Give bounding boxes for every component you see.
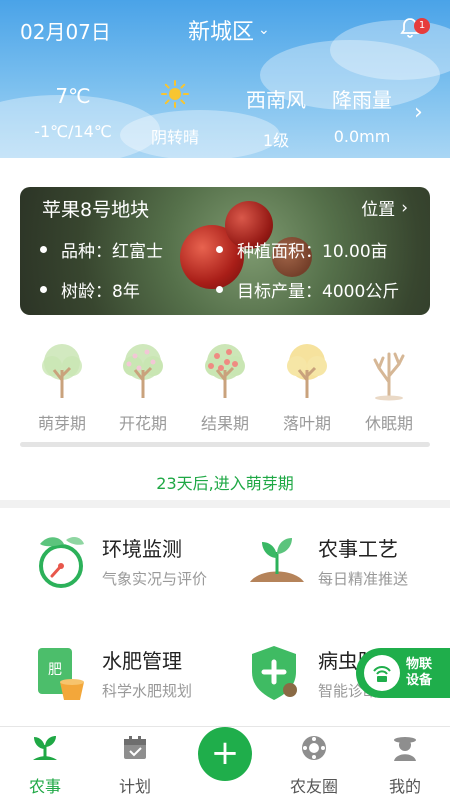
- iot-label-line2: 设备: [406, 673, 433, 688]
- leaf-fall-tree-icon: [287, 344, 327, 398]
- weather-header: 02月07日 新城区 ⌄ 1 7℃ -1℃/14℃ 阴转晴 西南风 1级 降雨量…: [0, 0, 450, 158]
- notification-badge: 1: [414, 18, 430, 34]
- stage-budding[interactable]: 萌芽期: [27, 340, 97, 434]
- area-text: 种植面积：10.00亩: [237, 242, 388, 262]
- sun-icon: [161, 80, 189, 108]
- tab-label: 农友圈: [289, 777, 338, 796]
- feature-title: 农事工艺: [318, 537, 398, 561]
- plot-area: 种植面积：10.00亩: [216, 237, 388, 262]
- weather-condition: 阴转晴: [135, 80, 215, 148]
- stage-label: 萌芽期: [37, 414, 86, 433]
- feature-subtitle: 科学水肥规划: [102, 682, 193, 700]
- location-label: 位置: [361, 200, 396, 220]
- plot-age: 树龄：8年: [40, 277, 140, 302]
- stage-flowering[interactable]: 开花期: [108, 340, 178, 434]
- environment-monitoring-card[interactable]: 环境监测 气象实况与评价: [30, 530, 207, 592]
- condition-text: 阴转晴: [150, 128, 199, 147]
- plot-section: 苹果8号地块 位置 › 品种：红富士 种植面积：10.00亩 树龄：8年 目标产…: [0, 158, 450, 334]
- water-fertilizer-card[interactable]: 肥 水肥管理 科学水肥规划: [30, 642, 192, 704]
- fruiting-tree-icon: [205, 344, 245, 398]
- dormant-tree-icon: [373, 352, 405, 401]
- temp-range: -1℃/14℃: [34, 122, 112, 141]
- iot-device-button[interactable]: 物联 设备: [356, 648, 450, 698]
- current-date: 02月07日: [20, 20, 111, 44]
- bottom-nav: 农事 计划 + 农友圈 我的: [0, 726, 450, 800]
- district-label: 新城区: [188, 20, 255, 45]
- stage-countdown: 23天后,进入萌芽期: [156, 474, 294, 493]
- wind-direction: 西南风: [246, 88, 306, 112]
- tab-farming[interactable]: 农事: [15, 733, 75, 797]
- plot-yield: 目标产量：4000公斤: [216, 277, 399, 302]
- tab-mine[interactable]: 我的: [375, 733, 435, 797]
- svg-text:肥: 肥: [48, 662, 62, 678]
- stage-fruiting[interactable]: 结果期: [190, 340, 260, 434]
- chevron-right-icon: ›: [401, 197, 408, 218]
- plot-title: 苹果8号地块: [42, 199, 150, 221]
- weather-rainfall: 降雨量 0.0mm: [322, 84, 402, 146]
- plot-card[interactable]: 苹果8号地块 位置 › 品种：红富士 种植面积：10.00亩 树龄：8年 目标产…: [20, 187, 430, 315]
- sprout-icon: [250, 538, 304, 582]
- stage-label: 落叶期: [282, 414, 331, 433]
- iot-label-line1: 物联: [406, 657, 433, 672]
- stage-progress-track: [20, 442, 430, 447]
- feature-title: 水肥管理: [102, 649, 182, 673]
- chevron-right-icon[interactable]: ›: [414, 100, 423, 125]
- weather-temperature: 7℃ -1℃/14℃: [28, 84, 118, 141]
- tab-label: 我的: [388, 777, 421, 796]
- tab-plan[interactable]: 计划: [105, 733, 165, 797]
- add-button[interactable]: +: [198, 727, 252, 781]
- feature-title: 环境监测: [102, 537, 182, 561]
- yield-text: 目标产量：4000公斤: [237, 282, 400, 302]
- district-selector[interactable]: 新城区 ⌄: [188, 14, 270, 46]
- farm-icon: [33, 736, 57, 760]
- feature-subtitle: 气象实况与评价: [102, 570, 208, 588]
- rainfall-value: 0.0mm: [333, 127, 391, 146]
- plot-variety: 品种：红富士: [40, 237, 163, 262]
- tab-label: 计划: [118, 777, 151, 796]
- budding-tree-icon: [42, 344, 82, 398]
- stage-dormant[interactable]: 休眠期: [354, 340, 424, 434]
- location-link[interactable]: 位置 ›: [361, 195, 408, 221]
- fertilizer-icon: 肥: [38, 648, 84, 700]
- age-text: 树龄：8年: [61, 282, 140, 302]
- circle-icon: [302, 736, 326, 760]
- iot-icon: [364, 655, 400, 691]
- gauge-icon: [39, 537, 84, 588]
- wind-level: 1级: [262, 131, 290, 150]
- rainfall-label: 降雨量: [332, 88, 392, 112]
- stage-label: 开花期: [118, 414, 167, 433]
- farming-process-card[interactable]: 农事工艺 每日精准推送: [246, 530, 408, 592]
- calendar-icon: [124, 736, 146, 759]
- flowering-tree-icon: [123, 344, 163, 398]
- current-temp: 7℃: [55, 84, 91, 108]
- feature-subtitle: 每日精准推送: [318, 570, 409, 588]
- growth-stages: 萌芽期 开花期 结果期 落叶期 休眠期 23天后,进入萌芽期: [0, 334, 450, 500]
- weather-wind: 西南风 1级: [236, 84, 316, 151]
- stage-label: 结果期: [200, 414, 249, 433]
- stage-leaf-fall[interactable]: 落叶期: [272, 340, 342, 434]
- shield-icon: [252, 646, 297, 700]
- variety-text: 品种：红富士: [61, 242, 163, 262]
- user-icon: [394, 737, 416, 761]
- chevron-down-icon: ⌄: [258, 22, 270, 38]
- stage-label: 休眠期: [364, 414, 413, 433]
- tab-label: 农事: [28, 777, 61, 796]
- tab-community[interactable]: 农友圈: [284, 733, 344, 797]
